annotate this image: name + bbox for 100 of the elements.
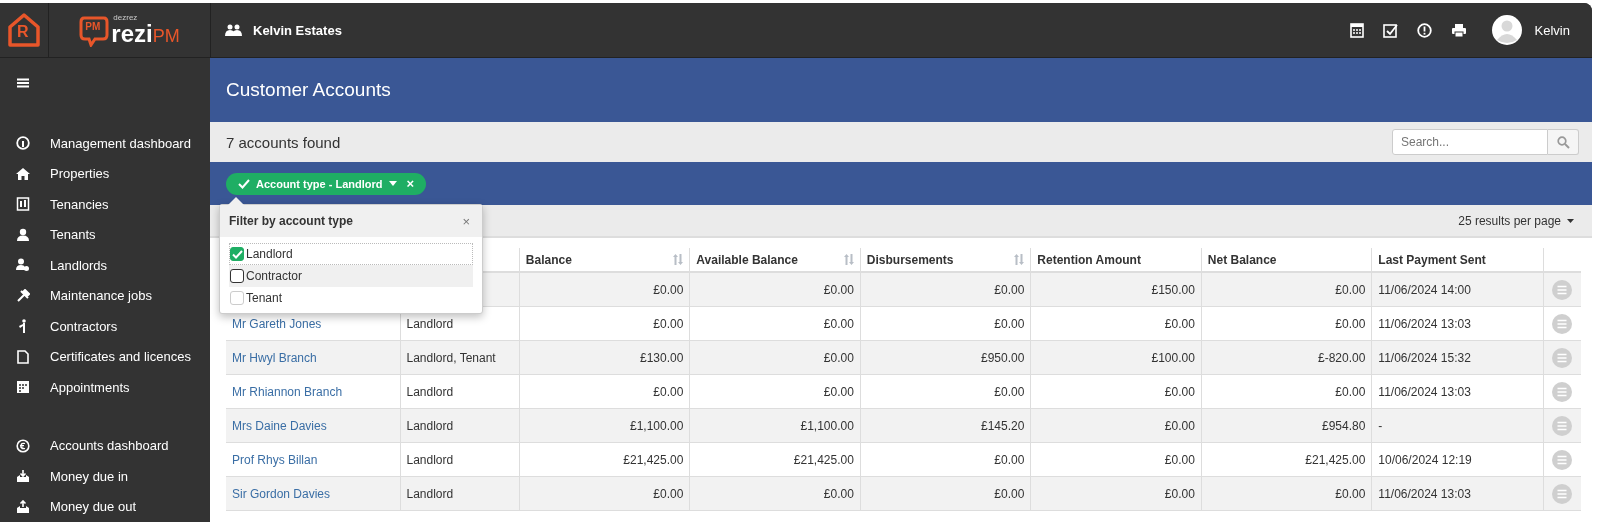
- caret-icon: [388, 181, 397, 186]
- results-count: 7 accounts found: [226, 133, 341, 151]
- close-button[interactable]: ×: [462, 213, 470, 229]
- results-per-page-dropdown[interactable]: 25 results per page: [1458, 213, 1574, 228]
- tray-out-icon: [16, 499, 30, 514]
- sidebar-item[interactable]: Money due in: [0, 461, 210, 492]
- dashboard-icon: [16, 136, 30, 151]
- row-menu-button[interactable]: [1552, 483, 1573, 504]
- alert-icon[interactable]: [1416, 22, 1432, 38]
- row-menu-button[interactable]: [1552, 381, 1573, 402]
- option-label[interactable]: Tenant: [246, 291, 283, 305]
- table-cell: Landlord: [406, 418, 454, 433]
- row-menu-button[interactable]: [1552, 313, 1573, 334]
- table-cell: £21,425.00: [1305, 452, 1366, 467]
- row-menu-button[interactable]: [1552, 279, 1573, 300]
- check-icon: [238, 178, 250, 189]
- printer-icon[interactable]: [1450, 22, 1467, 38]
- logo-badge-text: PM: [85, 21, 101, 32]
- table-cell: -: [1378, 418, 1383, 433]
- tools-icon: [16, 288, 30, 303]
- table-cell: £0.00: [823, 316, 854, 331]
- page-title: Customer Accounts: [226, 79, 391, 101]
- option-label[interactable]: Landlord: [246, 247, 293, 261]
- table-cell: £150.00: [1151, 282, 1195, 297]
- option-label[interactable]: Contractor: [246, 269, 303, 283]
- person-icon: [16, 227, 30, 242]
- sidebar-item[interactable]: Tenants: [0, 219, 210, 250]
- logo-letter: R: [17, 23, 29, 41]
- table-cell: 11/06/2024 14:00: [1378, 282, 1471, 297]
- sort-icon[interactable]: [673, 254, 684, 265]
- user-name[interactable]: Kelvin: [1534, 22, 1570, 38]
- table-cell: £0.00: [823, 486, 854, 501]
- table-cell: Landlord, Tenant: [406, 350, 496, 365]
- building-icon: [16, 197, 30, 212]
- coin-icon: [16, 438, 30, 453]
- sidebar-item[interactable]: Properties: [0, 158, 210, 189]
- avatar-icon[interactable]: [1491, 15, 1522, 45]
- sidebar-item[interactable]: Contractors: [0, 311, 210, 342]
- table-cell: £0.00: [1335, 282, 1366, 297]
- table-cell: Landlord: [406, 486, 454, 501]
- menu-icon[interactable]: [17, 78, 29, 88]
- person-key-icon: [16, 258, 30, 273]
- sidebar-item[interactable]: Landlords: [0, 250, 210, 281]
- table-cell: £145.20: [980, 418, 1025, 433]
- table-cell: £1,100.00: [629, 418, 684, 433]
- table-cell: £0.00: [1164, 316, 1195, 331]
- table-cell: £0.00: [823, 384, 854, 399]
- table-cell: £0.00: [653, 316, 684, 331]
- table-cell: £130.00: [639, 350, 684, 365]
- table-cell: £0.00: [653, 384, 684, 399]
- checkbox[interactable]: [230, 269, 244, 283]
- table-cell: Landlord: [406, 384, 454, 399]
- sidebar-item[interactable]: Accounts dashboard: [0, 430, 210, 461]
- sidebar-item[interactable]: Appointments: [0, 372, 210, 403]
- checkbox[interactable]: [230, 247, 244, 261]
- house-icon: [16, 166, 30, 181]
- sidebar-item[interactable]: Money due out: [0, 491, 210, 522]
- table-cell: £0.00: [1164, 486, 1195, 501]
- table-cell: £0.00: [823, 350, 854, 365]
- account-link[interactable]: Mr Gareth Jones: [232, 316, 322, 331]
- calendar-icon: [16, 380, 30, 395]
- table-cell: £950.00: [980, 350, 1025, 365]
- logo-tagline: dezrez: [113, 14, 139, 22]
- row-menu-button[interactable]: [1552, 415, 1573, 436]
- search-button[interactable]: [1548, 129, 1579, 155]
- table-cell: £21,425.00: [793, 452, 854, 467]
- row-menu-button[interactable]: [1552, 347, 1573, 368]
- table-cell: 10/06/2024 12:19: [1378, 452, 1472, 467]
- caret-icon: [1567, 218, 1574, 223]
- sidebar-item[interactable]: Certificates and licences: [0, 341, 210, 372]
- account-link[interactable]: Prof Rhys Billan: [232, 452, 318, 467]
- table-cell: £0.00: [823, 282, 854, 297]
- document-icon: [16, 349, 30, 364]
- house-logo-icon: [8, 13, 40, 47]
- search-icon[interactable]: [1556, 135, 1570, 149]
- row-menu-button[interactable]: [1552, 449, 1573, 470]
- sidebar-item[interactable]: Management dashboard: [0, 128, 210, 159]
- sidebar-item[interactable]: Tenancies: [0, 189, 210, 220]
- table-cell: £0.00: [1335, 486, 1366, 501]
- table-cell: £0.00: [1335, 316, 1366, 331]
- table-cell: £0.00: [994, 452, 1025, 467]
- table-cell: £21,425.00: [623, 452, 684, 467]
- table-cell: Landlord: [406, 316, 454, 331]
- table-cell: £0.00: [653, 486, 684, 501]
- account-link[interactable]: Mr Rhiannon Branch: [232, 384, 343, 399]
- checkbox-icon[interactable]: [1382, 22, 1398, 38]
- table-cell: £0.00: [1335, 384, 1366, 399]
- table-cell: 11/06/2024 13:03: [1378, 384, 1471, 399]
- calendar-icon[interactable]: [1349, 22, 1364, 38]
- agency-name: Kelvin Estates: [253, 22, 342, 38]
- table-cell: £954.80: [1321, 418, 1366, 433]
- logo-wordmark: reziPM: [111, 22, 180, 46]
- table-cell: £0.00: [994, 486, 1025, 501]
- search-field[interactable]: Search...: [1392, 129, 1548, 155]
- table-cell: 11/06/2024 13:03: [1378, 316, 1471, 331]
- table-cell: 11/06/2024 13:03: [1378, 486, 1471, 501]
- sort-icon[interactable]: [843, 254, 854, 265]
- sort-icon[interactable]: [1014, 254, 1025, 265]
- table-cell: £0.00: [1164, 418, 1195, 433]
- sidebar-item[interactable]: Maintenance jobs: [0, 280, 210, 311]
